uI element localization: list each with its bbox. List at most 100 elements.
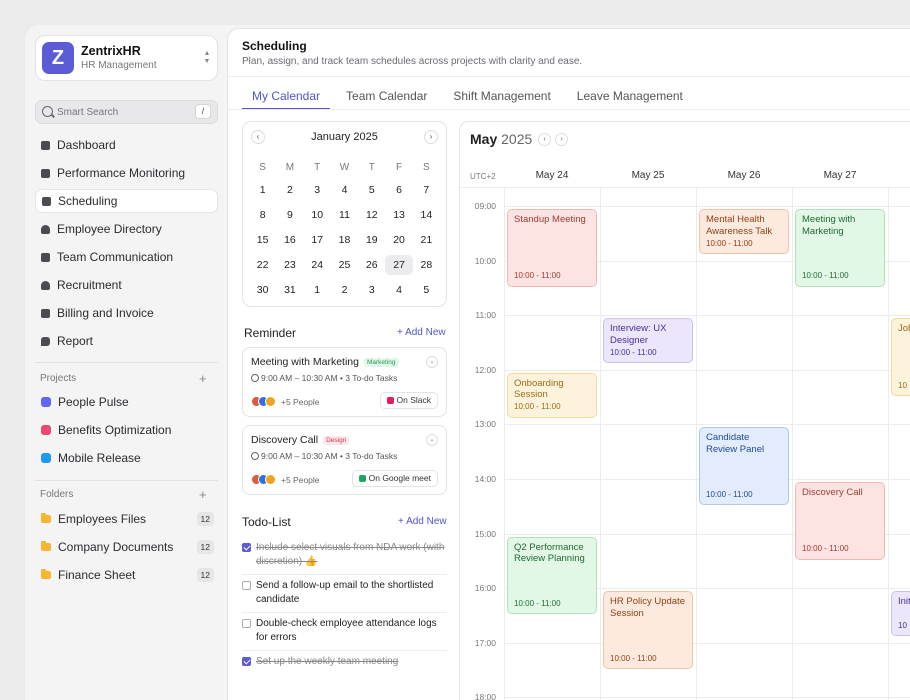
project-item[interactable]: People Pulse — [35, 390, 218, 414]
hour-label: 18:00 — [460, 692, 496, 700]
chevron-left-icon[interactable]: ‹ — [538, 133, 551, 146]
calendar-day[interactable]: 10 — [304, 205, 331, 225]
todo-checkbox[interactable] — [242, 619, 251, 628]
reminder-card[interactable]: Meeting with MarketingMarketing⌄9:00 AM … — [242, 347, 447, 417]
calendar-day[interactable]: 4 — [385, 280, 412, 300]
calendar-day[interactable]: 12 — [358, 205, 385, 225]
calendar-event[interactable]: Discovery Call10:00 - 11:00 — [795, 482, 885, 560]
calendar-day[interactable]: 2 — [276, 180, 303, 200]
nav-item-performance-monitoring[interactable]: Performance Monitoring — [35, 161, 218, 185]
project-item[interactable]: Mobile Release — [35, 446, 218, 470]
folder-item[interactable]: Employees Files12 — [35, 507, 218, 531]
calendar-day[interactable]: 3 — [304, 180, 331, 200]
chevron-left-icon[interactable]: ‹ — [251, 130, 265, 144]
chevron-down-icon[interactable]: ⌄ — [426, 356, 438, 368]
calendar-day[interactable]: 28 — [413, 255, 440, 275]
add-project-icon[interactable]: + — [199, 373, 207, 385]
hour-label: 12:00 — [460, 365, 496, 375]
chart-icon — [41, 169, 50, 178]
calendar-day[interactable]: 24 — [304, 255, 331, 275]
calendar-day[interactable]: 7 — [413, 180, 440, 200]
tab-shift-management[interactable]: Shift Management — [443, 87, 560, 110]
nav-item-scheduling[interactable]: Scheduling — [35, 189, 218, 213]
chevron-right-icon[interactable]: › — [424, 130, 438, 144]
calendar-day[interactable]: 13 — [385, 205, 412, 225]
calendar-day[interactable]: 1 — [249, 180, 276, 200]
calendar-day[interactable]: 18 — [331, 230, 358, 250]
calendar-event[interactable]: Onboarding Session10:00 - 11:00 — [507, 373, 597, 418]
todo-item[interactable]: Include select visuals from NDA work (wi… — [242, 537, 447, 575]
calendar-day[interactable]: 3 — [358, 280, 385, 300]
calendar-day[interactable]: 26 — [358, 255, 385, 275]
workspace-switcher[interactable]: Z ZentrixHR HR Management ▲▼ — [35, 35, 218, 81]
chevron-right-icon[interactable]: › — [555, 133, 568, 146]
calendar-event[interactable]: Meeting with Marketing10:00 - 11:00 — [795, 209, 885, 287]
calendar-event[interactable]: Job Rev10 — [891, 318, 910, 396]
todo-checkbox[interactable] — [242, 543, 251, 552]
add-folder-icon[interactable]: + — [199, 489, 207, 501]
mini-calendar: January 2025 ‹ › SMTWTFS 123456789101112… — [242, 121, 447, 307]
event-title: Candidate Review Panel — [706, 432, 782, 455]
calendar-day[interactable]: 30 — [249, 280, 276, 300]
folder-item[interactable]: Finance Sheet12 — [35, 563, 218, 587]
location-badge[interactable]: On Slack — [380, 392, 439, 409]
calendar-day[interactable]: 6 — [385, 180, 412, 200]
calendar-day[interactable]: 17 — [304, 230, 331, 250]
nav-item-recruitment[interactable]: Recruitment — [35, 273, 218, 297]
todo-item[interactable]: Send a follow-up email to the shortliste… — [242, 575, 447, 613]
nav-item-employee-directory[interactable]: Employee Directory — [35, 217, 218, 241]
folder-item[interactable]: Company Documents12 — [35, 535, 218, 559]
nav-item-billing-and-invoice[interactable]: Billing and Invoice — [35, 301, 218, 325]
calendar-day[interactable]: 9 — [276, 205, 303, 225]
search-input[interactable] — [57, 103, 187, 121]
calendar-day[interactable]: 22 — [249, 255, 276, 275]
nav-item-team-communication[interactable]: Team Communication — [35, 245, 218, 269]
reminder-meta: 9:00 AM – 10:30 AM • 3 To-do Tasks — [251, 373, 397, 383]
tab-team-calendar[interactable]: Team Calendar — [336, 87, 437, 110]
nav-item-dashboard[interactable]: Dashboard — [35, 133, 218, 157]
hour-label: 17:00 — [460, 638, 496, 648]
todo-item[interactable]: Double-check employee attendance logs fo… — [242, 613, 447, 651]
calendar-event[interactable]: Init10 — [891, 591, 910, 636]
calendar-day[interactable]: 14 — [413, 205, 440, 225]
calendar-day[interactable]: 25 — [331, 255, 358, 275]
calendar-event[interactable]: Mental Health Awareness Talk10:00 - 11:0… — [699, 209, 789, 254]
calendar-day-selected[interactable]: 27 — [385, 255, 412, 275]
calendar-day[interactable]: 8 — [249, 205, 276, 225]
calendar-day[interactable]: 20 — [385, 230, 412, 250]
calendar-day[interactable]: 19 — [358, 230, 385, 250]
todo-checkbox[interactable] — [242, 581, 251, 590]
tab-my-calendar[interactable]: My Calendar — [242, 87, 330, 110]
project-item[interactable]: Benefits Optimization — [35, 418, 218, 442]
avatar-group: +5 People — [251, 474, 320, 485]
calendar-event[interactable]: Q2 Performance Review Planning10:00 - 11… — [507, 537, 597, 615]
mini-calendar-month: January 2025 — [243, 131, 446, 143]
todo-item[interactable]: Set up the weekly team meeting — [242, 651, 447, 675]
todo-checkbox[interactable] — [242, 657, 251, 666]
project-color-icon — [41, 453, 51, 463]
nav-item-report[interactable]: Report — [35, 329, 218, 353]
calendar-day[interactable]: 11 — [331, 205, 358, 225]
calendar-day[interactable]: 2 — [331, 280, 358, 300]
calendar-day[interactable]: 31 — [276, 280, 303, 300]
calendar-day[interactable]: 15 — [249, 230, 276, 250]
calendar-day[interactable]: 16 — [276, 230, 303, 250]
calendar-event[interactable]: Standup Meeting10:00 - 11:00 — [507, 209, 597, 287]
chevron-down-icon[interactable]: ⌄ — [426, 434, 438, 446]
add-todo-button[interactable]: + Add New — [398, 516, 447, 527]
calendar-event[interactable]: Candidate Review Panel10:00 - 11:00 — [699, 427, 789, 505]
location-badge[interactable]: On Google meet — [352, 470, 438, 487]
calendar-event[interactable]: HR Policy Update Session10:00 - 11:00 — [603, 591, 693, 669]
calendar-event[interactable]: Interview: UX Designer10:00 - 11:00 — [603, 318, 693, 363]
calendar-day[interactable]: 23 — [276, 255, 303, 275]
smart-search[interactable]: / — [35, 100, 218, 124]
calendar-day[interactable]: 5 — [413, 280, 440, 300]
folders-title: Folders — [40, 489, 73, 500]
reminder-card[interactable]: Discovery CallDesign⌄9:00 AM – 10:30 AM … — [242, 425, 447, 495]
calendar-day[interactable]: 1 — [304, 280, 331, 300]
calendar-day[interactable]: 4 — [331, 180, 358, 200]
tab-leave-management[interactable]: Leave Management — [567, 87, 693, 110]
add-reminder-button[interactable]: + Add New — [397, 327, 446, 338]
calendar-day[interactable]: 21 — [413, 230, 440, 250]
calendar-day[interactable]: 5 — [358, 180, 385, 200]
